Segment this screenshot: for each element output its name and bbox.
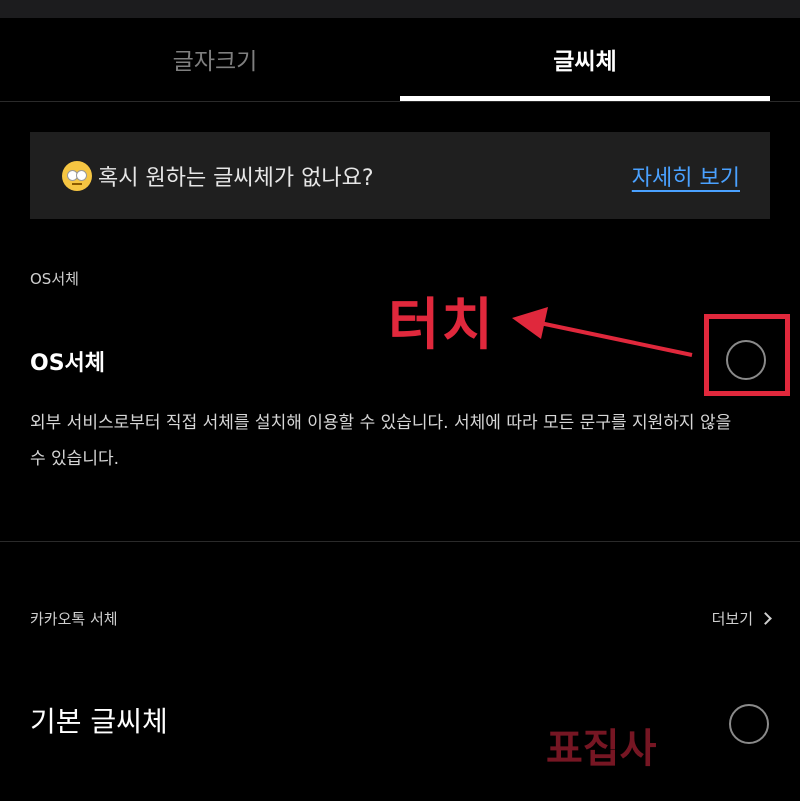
status-bar-strip: [0, 0, 800, 18]
kakao-font-section-label: 카카오톡 서체: [30, 610, 118, 628]
more-label: 더보기: [711, 610, 753, 628]
os-font-description: 외부 서비스로부터 직접 서체를 설치해 이용할 수 있습니다. 서체에 따라 …: [30, 413, 732, 469]
rolling-eyes-emoji-icon: [62, 160, 92, 191]
more-button[interactable]: 더보기: [711, 608, 772, 629]
annotation-arrow-icon: [512, 307, 693, 357]
watermark: 표집사: [546, 726, 657, 772]
view-details-link[interactable]: 자세히 보기: [632, 160, 740, 192]
annotation-touch-label: 터치: [388, 293, 496, 358]
section-divider: [0, 541, 800, 542]
banner-text: 혹시 원하는 글씨체가 없나요?: [98, 165, 374, 191]
tab-font-family[interactable]: 글씨체: [400, 18, 770, 100]
default-font-radio[interactable]: [729, 704, 769, 744]
chevron-right-icon: [759, 612, 772, 625]
active-tab-indicator: [400, 96, 770, 101]
font-help-banner: 혹시 원하는 글씨체가 없나요? 자세히 보기: [30, 132, 770, 219]
tab-bar: 글자크기 글씨체: [0, 18, 800, 102]
os-font-section-label: OS서체: [30, 270, 79, 288]
os-font-item-title[interactable]: OS서체: [30, 345, 105, 377]
tab-font-size[interactable]: 글자크기: [30, 18, 400, 100]
default-font-item-title[interactable]: 기본 글씨체: [30, 700, 168, 740]
annotation-highlight-box: [704, 314, 790, 396]
